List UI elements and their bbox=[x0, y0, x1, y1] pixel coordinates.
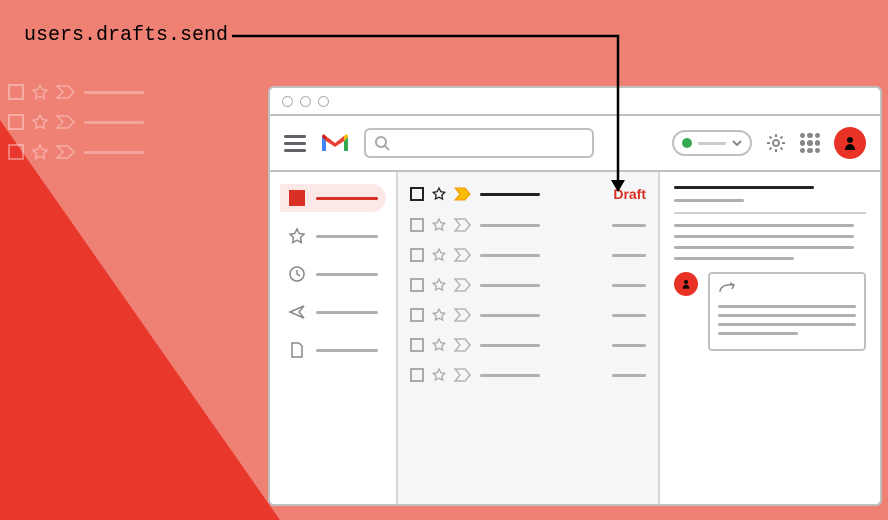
search-input[interactable] bbox=[364, 128, 594, 158]
checkbox-icon[interactable] bbox=[410, 278, 424, 292]
api-method-label: users.drafts.send bbox=[24, 24, 228, 47]
menu-button[interactable] bbox=[284, 135, 306, 152]
checkbox-icon[interactable] bbox=[410, 308, 424, 322]
star-icon[interactable] bbox=[432, 368, 446, 382]
gmail-logo-icon[interactable] bbox=[320, 131, 350, 155]
reply-avatar[interactable] bbox=[674, 272, 698, 296]
body-line bbox=[674, 224, 854, 227]
star-icon[interactable] bbox=[432, 338, 446, 352]
message-row[interactable] bbox=[410, 278, 646, 292]
body-line bbox=[674, 235, 854, 238]
reply-area bbox=[674, 272, 866, 351]
nav-sidebar bbox=[270, 172, 396, 504]
star-icon[interactable] bbox=[432, 248, 446, 262]
reading-pane bbox=[660, 172, 880, 504]
status-selector[interactable] bbox=[672, 130, 752, 156]
message-meta-line bbox=[674, 199, 744, 202]
star-icon bbox=[288, 227, 306, 245]
status-active-icon bbox=[682, 138, 692, 148]
label-important-icon[interactable] bbox=[454, 248, 472, 262]
message-row-draft[interactable]: Draft bbox=[410, 186, 646, 202]
label-important-icon[interactable] bbox=[454, 368, 472, 382]
file-icon bbox=[288, 341, 306, 359]
window-close-icon[interactable] bbox=[282, 96, 293, 107]
message-row[interactable] bbox=[410, 338, 646, 352]
nav-snoozed[interactable] bbox=[280, 260, 386, 288]
message-list: Draft bbox=[396, 172, 660, 504]
nav-starred[interactable] bbox=[280, 222, 386, 250]
checkbox-icon[interactable] bbox=[410, 338, 424, 352]
label-important-icon[interactable] bbox=[454, 187, 472, 201]
background-ghost-rows bbox=[8, 84, 144, 174]
top-toolbar bbox=[270, 116, 880, 172]
gmail-window: Draft bbox=[268, 86, 882, 506]
star-icon[interactable] bbox=[432, 308, 446, 322]
message-subject-line bbox=[674, 186, 814, 189]
checkbox-icon[interactable] bbox=[410, 218, 424, 232]
checkbox-icon[interactable] bbox=[410, 368, 424, 382]
apps-grid-icon[interactable] bbox=[800, 133, 820, 153]
window-minimize-icon[interactable] bbox=[300, 96, 311, 107]
draft-badge: Draft bbox=[613, 186, 646, 202]
star-icon[interactable] bbox=[432, 278, 446, 292]
label-important-icon[interactable] bbox=[454, 308, 472, 322]
body-line bbox=[674, 257, 794, 260]
label-important-icon[interactable] bbox=[454, 218, 472, 232]
message-row[interactable] bbox=[410, 368, 646, 382]
nav-inbox[interactable] bbox=[280, 184, 386, 212]
nav-drafts[interactable] bbox=[280, 336, 386, 364]
checkbox-icon[interactable] bbox=[410, 248, 424, 262]
label-important-icon[interactable] bbox=[454, 338, 472, 352]
body-line bbox=[674, 246, 854, 249]
message-row[interactable] bbox=[410, 308, 646, 322]
chevron-down-icon bbox=[732, 140, 742, 146]
search-icon bbox=[374, 135, 390, 151]
window-maximize-icon[interactable] bbox=[318, 96, 329, 107]
clock-icon bbox=[288, 265, 306, 283]
star-icon[interactable] bbox=[432, 187, 446, 201]
reply-composer[interactable] bbox=[708, 272, 866, 351]
label-important-icon[interactable] bbox=[454, 278, 472, 292]
gear-icon[interactable] bbox=[766, 133, 786, 153]
star-icon[interactable] bbox=[432, 218, 446, 232]
reply-arrow-icon bbox=[718, 282, 736, 294]
window-titlebar bbox=[270, 88, 880, 116]
message-row[interactable] bbox=[410, 248, 646, 262]
profile-avatar[interactable] bbox=[834, 127, 866, 159]
background-triangle bbox=[0, 120, 280, 520]
checkbox-icon[interactable] bbox=[410, 187, 424, 201]
inbox-icon bbox=[288, 189, 306, 207]
nav-sent[interactable] bbox=[280, 298, 386, 326]
send-icon bbox=[288, 303, 306, 321]
message-row[interactable] bbox=[410, 218, 646, 232]
